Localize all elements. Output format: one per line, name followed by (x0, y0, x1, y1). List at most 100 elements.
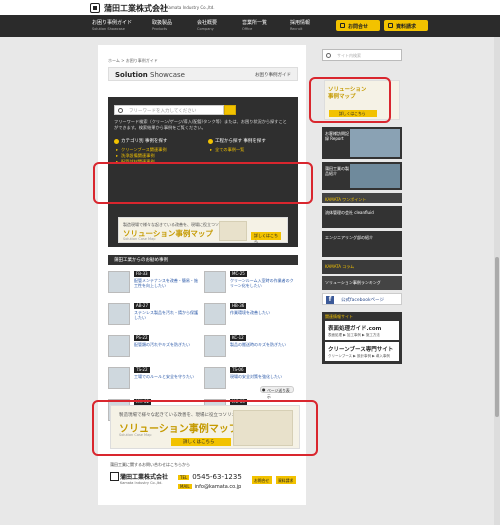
search-placeholder: フリーワードを入力してください (129, 109, 197, 114)
banner-subtitle: Solution Case Map (123, 237, 156, 241)
highlight-outline (93, 162, 313, 204)
case-title: 製品の搬送時のキズを防ぎたい (230, 342, 286, 347)
case-item[interactable]: FB-33 配管メンテナンスを改善・簡易・施工性を向上したい (108, 269, 200, 297)
sidebar-block-cleanfluid[interactable]: 流体管理の会社 cleanfluid (322, 206, 402, 228)
case-title: 工場でのルールと安全を守りたい (134, 374, 194, 379)
highlight-outline (92, 400, 318, 456)
contact-label: お問合せ (348, 24, 369, 30)
sidebar-block-onepoint[interactable]: KAMATA ワンポイント (322, 193, 402, 203)
case-code: HB-36 (230, 303, 247, 309)
case-title: ステンレス製品を汚れ・錆から保護したい (134, 310, 198, 320)
scrollbar[interactable] (494, 37, 500, 525)
document-icon (388, 23, 393, 28)
related-site-surface[interactable]: 表面処理ガイド.com 表面処理 ▶ 加工事例 ▶ 施工方法 (325, 321, 399, 340)
nav-sub: Company (197, 27, 214, 31)
sidebar-block-engineering[interactable]: エンジニアリング部の紹介 (322, 231, 402, 257)
footer-company-name-en: Kamata Industry Co.,ltd. (120, 481, 163, 485)
nav-label: 採用情報 (290, 20, 311, 26)
category-group-right: 工程から探す 事例を探す 全ての事例一覧 (208, 139, 293, 153)
bullet-icon (208, 139, 213, 144)
category-link[interactable]: 全ての事例一覧 (208, 147, 293, 153)
nav-item-company[interactable]: 会社概要 Company (197, 19, 217, 31)
nav-item-products[interactable]: 取扱製品 Products (152, 19, 172, 31)
case-title: 作業環境を改善したい (230, 310, 270, 315)
case-code: KC-12 (230, 335, 246, 341)
more-cases-button[interactable]: ページ送り表示 (260, 386, 294, 399)
case-thumbnail (204, 271, 226, 293)
top-header: 蒲田工業株式会社 Kamata Industry Co.,ltd. (0, 0, 500, 15)
solution-map-banner[interactable]: 製造現場で様々な起きている改善を、現場に役立つソリューション ソリューション事例… (118, 217, 288, 244)
company-name[interactable]: 蒲田工業株式会社 (104, 3, 168, 14)
case-thumbnail (108, 303, 130, 325)
banner-button[interactable]: 詳しくはこちら (251, 232, 281, 244)
case-title: 配管メンテナンスを改善・簡易・施工性を向上したい (134, 278, 198, 288)
global-nav: お困り事例ガイド Solution Showcase 取扱製品 Products… (0, 15, 500, 37)
footer-company-name: 蒲田工業株式会社 (110, 472, 168, 481)
case-code: TS-22 (134, 367, 150, 373)
nav-sub: Office (242, 27, 253, 31)
case-thumbnail (204, 367, 226, 389)
nav-label: 会社概要 (197, 20, 218, 26)
contact-button[interactable]: お問合せ (336, 20, 380, 31)
phone-number: TEL 0545-63-1235 (178, 473, 242, 481)
case-item[interactable]: TS-22 工場でのルールと安全を守りたい (108, 365, 200, 393)
contact-note: 蒲田工業に関するお問い合わせはこちらから (110, 462, 190, 467)
company-logo-icon[interactable] (90, 3, 100, 13)
nav-sub: Solution Showcase (92, 27, 125, 31)
case-item[interactable]: AB-27 ステンレス製品を汚れ・錆から保護したい (108, 301, 200, 329)
facebook-link[interactable]: f 公式facebookページ (322, 293, 402, 305)
case-item[interactable]: KC-12 製品の搬送時のキズを防ぎたい (204, 333, 296, 361)
photo (350, 164, 400, 188)
nav-item-solution[interactable]: お困り事例ガイド Solution Showcase (92, 19, 132, 31)
case-item[interactable]: MC-25 クリーンルーム入室時の作業者のクリーン化をしたい (204, 269, 296, 297)
scrollbar-thumb[interactable] (495, 257, 499, 417)
sidebar-block-ranking[interactable]: ソリューション事例ランキング (322, 276, 402, 290)
company-name-en: Kamata Industry Co.,ltd. (166, 5, 215, 10)
case-thumbnail (108, 335, 130, 357)
case-thumbnail (108, 367, 130, 389)
sidebar-block-report[interactable]: お客様訪問記録 Report (322, 127, 402, 159)
nav-sub: Products (152, 27, 168, 31)
bullet-icon (114, 139, 119, 144)
nav-label: 取扱製品 (152, 20, 173, 26)
nav-label: 営業所一覧 (242, 20, 268, 26)
nav-item-recruit[interactable]: 採用情報 Recruit (290, 19, 310, 31)
related-sites: 関連情報サイト 表面処理ガイド.com 表面処理 ▶ 加工事例 ▶ 施工方法 ク… (322, 312, 402, 364)
case-code: MC-25 (230, 271, 247, 277)
factory-illustration (219, 221, 247, 241)
request-button[interactable]: 資料請求 (384, 20, 428, 31)
search-input[interactable]: フリーワードを入力してください (114, 105, 224, 115)
nav-item-office[interactable]: 営業所一覧 Office (242, 19, 267, 31)
search-description: フリーワード検索（クリーン/ゲージ/導入/配管/タンク等）または、お困り状況から… (114, 119, 287, 130)
related-site-cleanbooth[interactable]: クリーンブース専門サイト クリーンブース ▶ 設計事例 ▶ 導入事例 (325, 342, 399, 361)
nav-label: お困り事例ガイド (92, 20, 133, 26)
breadcrumb[interactable]: ホーム > お困り事例ガイド (108, 58, 158, 64)
photo (350, 129, 400, 157)
site-search-input[interactable]: サイト内検索 (322, 49, 402, 61)
case-title: 配管類の汚れやキズを防ぎたい (134, 342, 190, 347)
highlight-outline (309, 77, 391, 123)
recommended-cases-heading: 蒲田工業からのお勧め事例 (108, 255, 298, 265)
search-icon (326, 53, 331, 58)
case-title: クリーンルーム入室時の作業者のクリーン化をしたい (230, 278, 294, 288)
request-label: 資料請求 (396, 24, 417, 30)
email-address[interactable]: MAIL info@kamata.co.jp (178, 484, 241, 490)
mail-icon (340, 23, 345, 28)
nav-sub: Recruit (290, 27, 303, 31)
footer-contact-button[interactable]: お問合せ (252, 476, 272, 484)
sidebar-block-products[interactable]: 蒲田工業の製品紹介 (322, 162, 402, 190)
case-title: 現場の安全対策を強化したい (230, 374, 282, 379)
case-code: PS-22 (134, 335, 150, 341)
search-button[interactable] (224, 105, 236, 115)
related-sites-heading: 関連情報サイト (325, 314, 353, 319)
case-thumbnail (108, 271, 130, 293)
case-code: FB-33 (134, 271, 150, 277)
case-thumbnail (204, 303, 226, 325)
page-subtitle: お困り事例ガイド (255, 73, 291, 78)
case-item[interactable]: PS-22 配管類の汚れやキズを防ぎたい (108, 333, 200, 361)
category-heading: 工程から探す 事例を探す (208, 139, 293, 145)
case-item[interactable]: HB-36 作業環境を改善したい (204, 301, 296, 329)
footer-request-button[interactable]: 資料請求 (276, 476, 296, 484)
sidebar-block-column[interactable]: KAMATA コラム (322, 260, 402, 274)
case-code: AB-27 (134, 303, 151, 309)
